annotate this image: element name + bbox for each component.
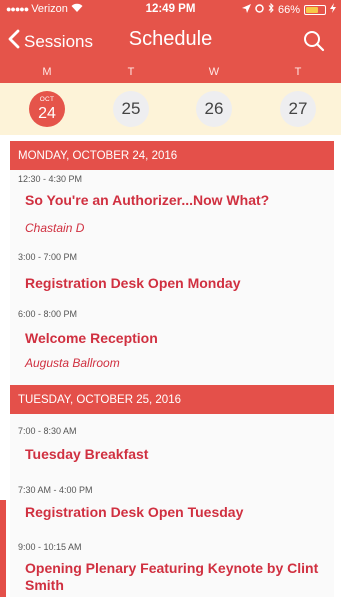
battery-fill (306, 6, 318, 13)
status-bar: ●●●●● Verizon 12:49 PM 66% (0, 0, 341, 20)
date-day: 24 (38, 104, 56, 122)
side-tab-marker (0, 500, 6, 597)
weekday-label: M (42, 66, 52, 78)
top-bar: ●●●●● Verizon 12:49 PM 66% Sessions Sche… (0, 0, 341, 83)
weekday-row: M T W T (0, 62, 341, 83)
event-title[interactable]: Tuesday Breakfast (25, 446, 328, 463)
bluetooth-icon (268, 2, 274, 16)
battery-icon (304, 4, 326, 15)
date-button[interactable]: 25 (113, 91, 149, 127)
charging-icon (330, 3, 336, 16)
nav-bar: Sessions Schedule (0, 22, 341, 62)
date-button-selected[interactable]: OCT 24 (29, 91, 65, 127)
status-right: 66% (241, 2, 336, 16)
alarm-icon (255, 3, 264, 16)
event-title[interactable]: Welcome Reception (25, 330, 328, 347)
event-location: Augusta Ballroom (25, 356, 120, 370)
event-time: 9:00 - 10:15 AM (18, 542, 82, 552)
event-location: Chastain D (25, 221, 85, 235)
event-time: 3:00 - 7:00 PM (18, 252, 78, 262)
date-button[interactable]: 27 (280, 91, 316, 127)
weekday-label: T (127, 66, 135, 78)
date-button[interactable]: 26 (196, 91, 232, 127)
event-title[interactable]: Registration Desk Open Tuesday (25, 504, 328, 521)
day-header: TUESDAY, OCTOBER 25, 2016 (10, 385, 334, 414)
event-title[interactable]: Registration Desk Open Monday (25, 275, 328, 292)
event-time: 6:00 - 8:00 PM (18, 309, 78, 319)
search-button[interactable] (303, 30, 325, 52)
page-title: Schedule (128, 28, 213, 50)
session-list: MONDAY, OCTOBER 24, 2016 12:30 - 4:30 PM… (10, 141, 334, 597)
event-time: 7:00 - 8:30 AM (18, 426, 77, 436)
weekday-label: W (208, 66, 220, 78)
event-time: 12:30 - 4:30 PM (18, 174, 83, 184)
event-time: 7:30 AM - 4:00 PM (18, 485, 93, 495)
day-header: MONDAY, OCTOBER 24, 2016 (10, 141, 334, 170)
event-title[interactable]: Opening Plenary Featuring Keynote by Cli… (25, 560, 328, 594)
date-month: OCT (39, 96, 55, 103)
location-icon (241, 3, 251, 16)
event-title[interactable]: So You're an Authorizer...Now What? (25, 192, 328, 209)
battery-percent: 66% (277, 3, 300, 16)
weekday-label: T (294, 66, 302, 78)
search-icon (303, 31, 325, 56)
date-selector: OCT 24 25 26 27 (0, 83, 341, 135)
